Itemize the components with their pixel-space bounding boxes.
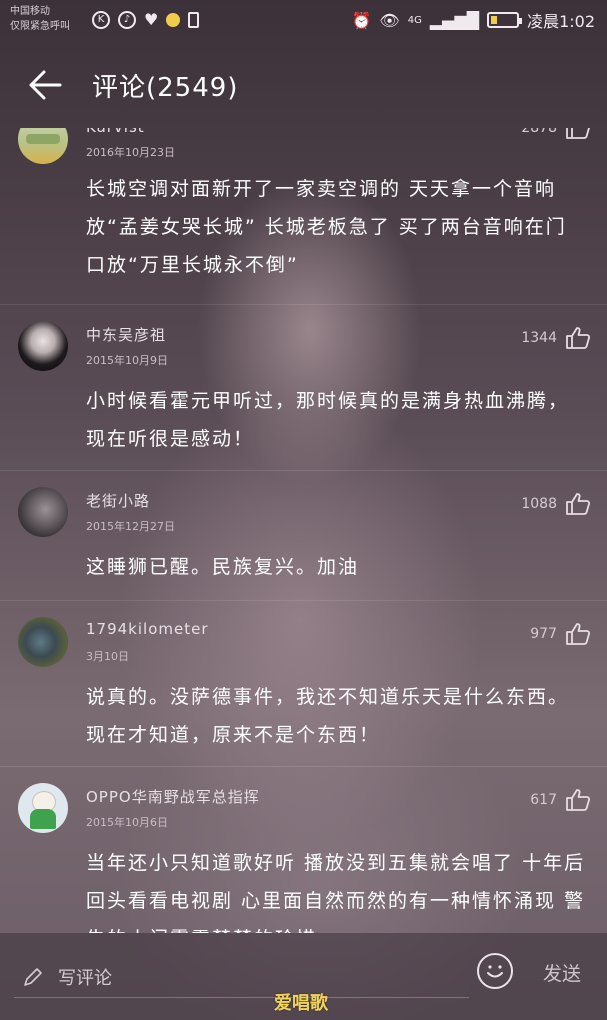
- top-app-bar: 评论(2549): [0, 42, 607, 128]
- username[interactable]: Karvist: [86, 128, 145, 136]
- battery-level: [491, 16, 498, 24]
- watermark-text: 爱唱歌: [274, 993, 328, 1014]
- carrier-info: 中国移动 仅限紧急呼叫: [10, 4, 70, 34]
- send-button[interactable]: 发送: [543, 959, 581, 986]
- comment-input[interactable]: 写评论: [14, 957, 469, 998]
- comment-date: 2015年12月27日: [86, 520, 175, 533]
- alarm-icon: ⏰: [351, 10, 372, 30]
- status-left-icons: K ♪ ♥: [92, 10, 200, 29]
- like-count: 977: [530, 626, 557, 642]
- like-count: 1088: [521, 496, 557, 512]
- like-count: 617: [530, 792, 557, 808]
- notification-dot-icon: [166, 12, 181, 27]
- comment-date: 2015年10月9日: [86, 354, 168, 367]
- comment-item: Karvist 2016年10月23日 2878 长城空调对面新开了一家卖空调的…: [0, 128, 607, 305]
- battery-icon: [487, 12, 523, 28]
- 4g-signal-icon: 4G: [407, 14, 422, 26]
- username[interactable]: 老街小路: [86, 490, 150, 511]
- like-button[interactable]: 977: [530, 622, 591, 646]
- netease-music-icon: ♪: [118, 10, 136, 29]
- comment-item: 老街小路 2015年12月27日 1088 这睡狮已醒。民族复兴。加油: [0, 470, 607, 601]
- carrier-name: 中国移动: [10, 6, 50, 17]
- pencil-icon: [24, 968, 42, 986]
- signal-bars-icon: ▂▄▆█: [429, 10, 480, 30]
- thumbs-up-icon: [566, 789, 591, 811]
- comment-text: 长城空调对面新开了一家卖空调的 天天拿一个音响放“孟姜女哭长城” 长城老板急了 …: [86, 178, 567, 276]
- thumbs-up-icon: [566, 128, 590, 139]
- status-bar: 中国移动 仅限紧急呼叫 K ♪ ♥ ⏰ 👁 4G ▂▄▆█ 凌晨1:02: [0, 0, 607, 42]
- like-button[interactable]: 1344: [521, 326, 591, 350]
- username[interactable]: 1794kilometer: [86, 620, 209, 638]
- like-count: 2878: [521, 128, 557, 136]
- page-title: 评论(2549): [92, 72, 239, 103]
- comment-item: 中东吴彦祖 2015年10月9日 1344 小时候看霍元甲听过，那时候真的是满身…: [0, 304, 607, 471]
- comment-date: 3月10日: [86, 650, 129, 663]
- comment-item: OPPO华南野战军总指挥 2015年10月6日 617 当年还小只知道歌好听 播…: [0, 766, 607, 933]
- user-avatar[interactable]: [18, 128, 68, 164]
- like-button[interactable]: 2878: [521, 128, 591, 140]
- heart-rate-icon: ♥: [144, 10, 159, 29]
- comment-text: 当年还小只知道歌好听 播放没到五集就会唱了 十年后回头看看电视剧 心里面自然而然…: [86, 852, 586, 933]
- emergency-only: 仅限紧急呼叫: [10, 21, 70, 32]
- user-avatar[interactable]: [18, 617, 68, 667]
- like-count: 1344: [521, 330, 557, 346]
- thumbs-up-icon: [566, 493, 591, 515]
- comment-list[interactable]: Karvist 2016年10月23日 2878 长城空调对面新开了一家卖空调的…: [0, 128, 607, 933]
- k-icon: K: [92, 10, 110, 29]
- back-button[interactable]: [28, 68, 62, 102]
- user-avatar[interactable]: [18, 321, 68, 371]
- smiley-icon: [487, 965, 503, 978]
- like-button[interactable]: 617: [530, 788, 591, 812]
- username[interactable]: 中东吴彦祖: [86, 324, 166, 345]
- arrow-left-icon: [29, 70, 62, 100]
- comment-text: 小时候看霍元甲听过，那时候真的是满身热血沸腾，现在听很是感动！: [86, 390, 570, 450]
- username[interactable]: OPPO华南野战军总指挥: [86, 786, 260, 807]
- eye-icon: 👁: [379, 10, 400, 30]
- comment-item: 1794kilometer 3月10日 977 说真的。没萨德事件，我还不知道乐…: [0, 600, 607, 767]
- thumbs-up-icon: [566, 623, 591, 645]
- user-avatar[interactable]: [18, 783, 68, 833]
- clock: 凌晨1:02: [527, 12, 595, 31]
- user-avatar[interactable]: [18, 487, 68, 537]
- comment-date: 2015年10月6日: [86, 816, 168, 829]
- emoji-button[interactable]: [477, 953, 513, 989]
- comment-placeholder: 写评论: [58, 968, 112, 989]
- sim-icon: [188, 11, 200, 28]
- status-right-icons: ⏰ 👁 4G ▂▄▆█ 凌晨1:02: [351, 8, 595, 32]
- thumbs-up-icon: [566, 327, 591, 349]
- comment-date: 2016年10月23日: [86, 146, 175, 159]
- like-button[interactable]: 1088: [521, 492, 591, 516]
- comment-text: 说真的。没萨德事件，我还不知道乐天是什么东西。现在才知道，原来不是个东西！: [86, 686, 570, 746]
- comment-text: 这睡狮已醒。民族复兴。加油: [86, 556, 360, 578]
